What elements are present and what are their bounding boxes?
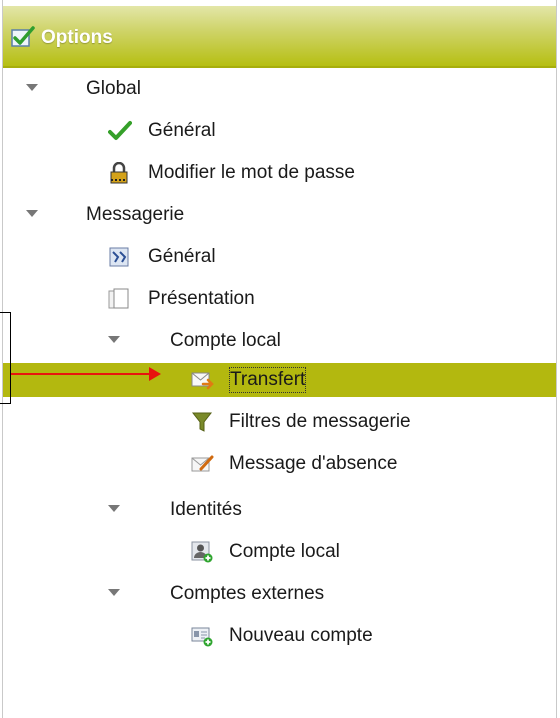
tree-node-messagerie[interactable]: Messagerie (3, 198, 556, 232)
pages-icon (108, 288, 130, 310)
tree-node-global[interactable]: Global (3, 72, 556, 106)
card-add-icon (191, 625, 213, 647)
tree-item-label: Général (148, 246, 216, 267)
filter-icon (191, 411, 213, 433)
options-header[interactable]: Options (3, 6, 556, 68)
collapse-toggle-icon[interactable] (108, 589, 120, 596)
mail-edit-icon (191, 453, 214, 475)
tree-node-label: Identités (170, 499, 242, 520)
annotation-arrow-line (11, 373, 151, 375)
checkbox-icon (11, 26, 37, 48)
tree-item-message-absence[interactable]: Message d'absence (3, 447, 556, 481)
tree-item-label: Transfert (229, 367, 307, 393)
collapse-toggle-icon[interactable] (26, 210, 38, 217)
tree-item-label: Compte local (229, 541, 340, 562)
tree-item-identites-compte-local[interactable]: Compte local (3, 535, 556, 569)
tree-node-label: Compte local (170, 330, 281, 351)
collapse-toggle-icon[interactable] (26, 84, 38, 91)
collapse-toggle-icon[interactable] (108, 336, 120, 343)
user-add-icon (191, 541, 213, 563)
annotation-arrow-head (149, 367, 161, 381)
tree-node-comptes-externes[interactable]: Comptes externes (3, 577, 556, 611)
settings-icon (108, 246, 130, 268)
tree-node-label: Comptes externes (170, 583, 325, 604)
tree-node-label: Global (86, 78, 141, 99)
tree-item-label: Nouveau compte (229, 625, 373, 646)
tree-node-identites[interactable]: Identités (3, 493, 556, 527)
annotation-callout-box (0, 312, 11, 404)
padlock-icon (108, 161, 130, 184)
tree-item-transfert[interactable]: Transfert (3, 363, 556, 397)
tree-item-label: Général (148, 120, 216, 141)
tree-node-label: Messagerie (86, 204, 185, 225)
tree-item-global-general[interactable]: Général (3, 114, 556, 148)
tree-node-compte-local[interactable]: Compte local (3, 324, 556, 358)
collapse-toggle-icon[interactable] (108, 505, 120, 512)
tree-item-presentation[interactable]: Présentation (3, 282, 556, 316)
tree-item-label: Modifier le mot de passe (148, 162, 355, 183)
checkmark-icon (108, 120, 132, 142)
mail-forward-icon (191, 369, 214, 391)
tree-item-change-password[interactable]: Modifier le mot de passe (3, 156, 556, 190)
options-panel: Options Global Général Modifier le mot d… (2, 0, 557, 718)
tree-item-nouveau-compte[interactable]: Nouveau compte (3, 619, 556, 653)
tree-item-messagerie-general[interactable]: Général (3, 240, 556, 274)
tree-item-label: Message d'absence (229, 453, 398, 474)
tree-item-filtres[interactable]: Filtres de messagerie (3, 405, 556, 439)
header-title: Options (41, 27, 113, 48)
tree-item-label: Filtres de messagerie (229, 411, 411, 432)
tree-item-label: Présentation (148, 288, 255, 309)
